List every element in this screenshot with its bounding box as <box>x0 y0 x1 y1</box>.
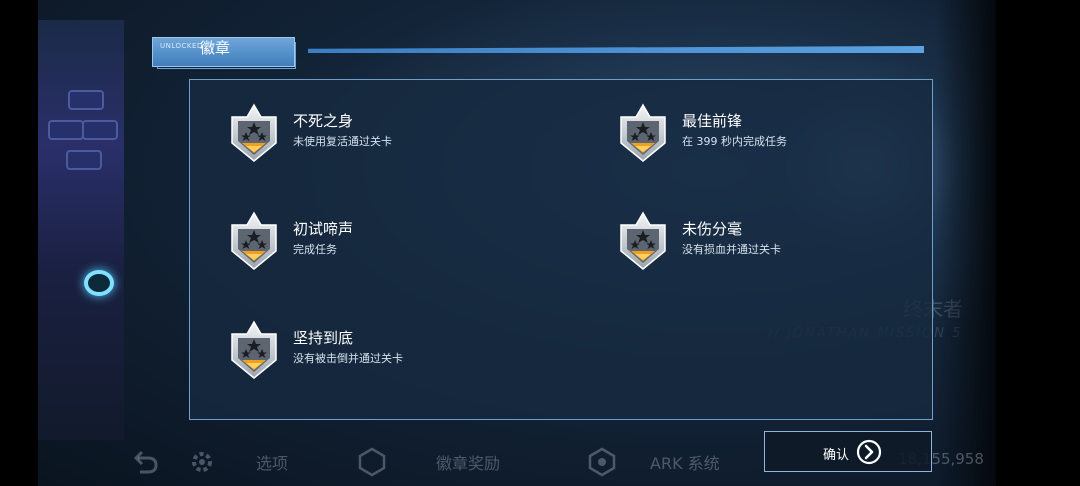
achievements-panel: 不死之身 未使用复活通过关卡 最佳前锋 在 399 秒内完成任务 初试啼声 完成… <box>189 79 933 420</box>
achievement-title: 坚持到底 <box>293 329 354 347</box>
silver-star-badge-icon <box>231 103 277 162</box>
arrow-right-circle-icon <box>856 439 882 465</box>
achievement-description: 完成任务 <box>293 243 337 256</box>
silver-star-badge-icon <box>620 103 666 162</box>
silver-star-badge-icon <box>231 211 277 270</box>
achievement-title: 未伤分毫 <box>682 220 743 238</box>
achievement-title: 不死之身 <box>293 112 354 130</box>
achievement-item: 不死之身 未使用复活通过关卡 <box>228 103 528 173</box>
options-label[interactable]: 选项 <box>256 450 288 474</box>
achievement-item: 未伤分毫 没有损血并通过关卡 <box>617 211 917 281</box>
achievement-description: 没有被击倒并通过关卡 <box>293 352 403 365</box>
achievement-description: 没有损血并通过关卡 <box>682 243 781 256</box>
selector-ring-icon[interactable] <box>84 270 114 296</box>
ark-system-label[interactable]: ARK 系统 <box>650 450 720 474</box>
header-unlocked-label: UNLOCKED <box>160 42 203 50</box>
achievement-item: 初试啼声 完成任务 <box>228 211 528 281</box>
badge-reward-label[interactable]: 徽章奖励 <box>436 450 500 474</box>
gear-icon[interactable] <box>186 446 218 478</box>
confirm-label: 确认 <box>823 448 850 463</box>
page-title: 徽章 <box>200 39 231 57</box>
background-mech-art <box>38 20 124 440</box>
achievement-title: 最佳前锋 <box>682 112 743 130</box>
ark-system-icon[interactable] <box>586 446 618 478</box>
confirm-button[interactable]: 确认 <box>764 431 932 472</box>
bottom-nav: 选项 徽章奖励 ARK 系统 <box>120 440 740 486</box>
silver-star-badge-icon <box>231 320 277 379</box>
achievement-description: 未使用复活通过关卡 <box>293 135 392 148</box>
badge-nav-icon[interactable] <box>356 446 388 478</box>
back-icon[interactable] <box>130 446 162 478</box>
achievement-item: 坚持到底 没有被击倒并通过关卡 <box>228 320 528 390</box>
silver-star-badge-icon <box>620 211 666 270</box>
achievement-title: 初试啼声 <box>293 220 354 238</box>
achievement-item: 最佳前锋 在 399 秒内完成任务 <box>617 103 917 173</box>
achievement-description: 在 399 秒内完成任务 <box>682 135 787 148</box>
